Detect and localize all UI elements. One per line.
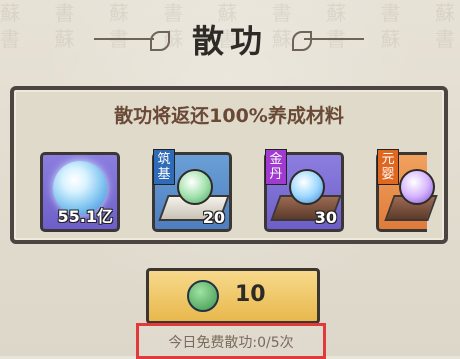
realm-tag: 筑基	[153, 149, 175, 185]
green-pill-on-stand-icon	[177, 169, 213, 205]
material-quantity: 30	[314, 208, 337, 227]
panel-heading: 散功将返还100%养成材料	[114, 105, 344, 127]
free-count-highlight: 今日免费散功:0/5次	[136, 323, 326, 359]
material-card-zhuji[interactable]: 筑基 20	[152, 149, 232, 232]
free-count-label: 今日免费散功:0/5次	[168, 335, 294, 351]
material-quantity: 20	[202, 208, 225, 227]
return-materials-panel: 散功将返还100%养成材料 55.1亿 筑基 20 金丹 30 元婴	[10, 86, 448, 244]
material-card-spirit[interactable]: 55.1亿	[40, 152, 120, 232]
material-card-jindan[interactable]: 金丹 30	[264, 149, 344, 232]
cost-amount: 10	[235, 282, 266, 307]
material-card-yuanying[interactable]: 元婴	[376, 149, 438, 232]
title-bar: 散功	[0, 14, 460, 62]
realm-tag: 元婴	[377, 149, 399, 185]
jade-coin-icon	[187, 280, 219, 312]
material-quantity: 55.1亿	[57, 207, 113, 226]
realm-tag: 金丹	[265, 149, 287, 185]
title-ornament-line-right	[304, 38, 364, 40]
violet-orb-on-stand-icon	[399, 169, 435, 205]
title-ornament-right	[292, 31, 312, 51]
page-title: 散功	[191, 22, 268, 60]
blue-orb-on-stand-icon	[289, 169, 325, 205]
disperse-cost-button[interactable]: 10	[146, 268, 320, 324]
